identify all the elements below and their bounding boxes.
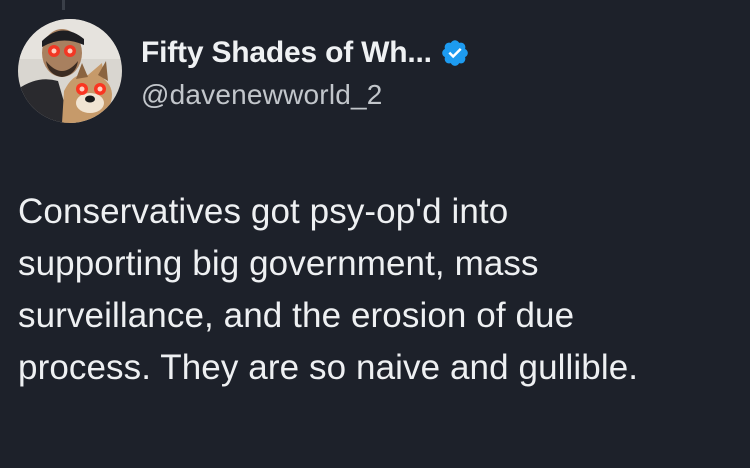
verified-badge-icon: [440, 38, 470, 68]
avatar[interactable]: [18, 19, 122, 123]
tweet-text-line: surveillance, and the erosion of due: [18, 296, 575, 335]
tweet-text-line: Conservatives got psy-op'd into: [18, 192, 509, 231]
author-name-row: Fifty Shades of Wh...: [141, 33, 470, 73]
display-name[interactable]: Fifty Shades of Wh...: [141, 36, 432, 70]
author-handle[interactable]: @davenewworld_2: [141, 79, 383, 111]
tweet-text: Conservatives got psy-op'd into supporti…: [18, 186, 738, 394]
thread-connector-line: [62, 0, 65, 10]
tweet-text-line: process. They are so naive and gullible.: [18, 348, 639, 387]
tweet-text-line: supporting big government, mass: [18, 244, 539, 283]
avatar-image: [18, 19, 122, 123]
